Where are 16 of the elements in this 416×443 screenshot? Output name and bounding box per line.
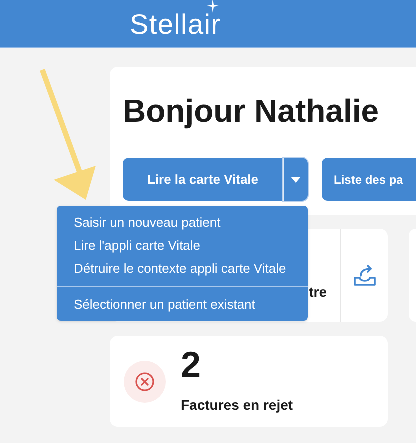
reject-count: 2 xyxy=(181,347,202,383)
menu-item[interactable]: Lire l'appli carte Vitale xyxy=(57,234,308,257)
logo: Stellair xyxy=(130,9,222,40)
card-label: tre xyxy=(309,283,327,302)
menu-item[interactable]: Saisir un nouveau patient xyxy=(57,211,308,234)
greeting-title: Bonjour Nathalie xyxy=(123,95,380,127)
reject-label: Factures en rejet xyxy=(181,396,294,415)
caret-icon xyxy=(291,176,301,182)
sparkle-icon xyxy=(207,0,220,13)
patient-list-button[interactable]: Liste des pa xyxy=(322,158,416,201)
menu-item[interactable]: Sélectionner un patient existant xyxy=(57,293,308,316)
read-card-button[interactable]: Lire la carte Vitale xyxy=(123,158,283,201)
menu-item[interactable]: Détruire le contexte appli carte Vitale xyxy=(57,257,308,280)
share-icon[interactable] xyxy=(352,264,376,288)
error-icon xyxy=(124,360,166,402)
dropdown-toggle[interactable] xyxy=(283,158,308,201)
